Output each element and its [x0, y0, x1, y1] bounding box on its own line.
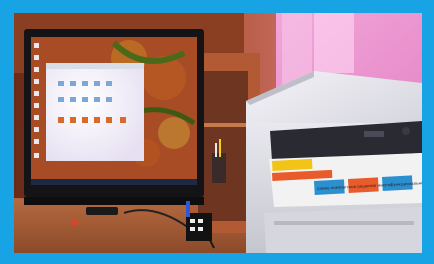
monitor [24, 29, 204, 205]
photo: самое компактное решение многофункционал… [14, 13, 422, 253]
pen-holder [212, 153, 226, 183]
small-cube [72, 219, 78, 225]
printer [246, 71, 422, 253]
screen-window [46, 63, 144, 161]
photo-frame: самое компактное решение многофункционал… [0, 0, 434, 264]
usb-hub [86, 207, 118, 215]
scene [14, 13, 422, 253]
